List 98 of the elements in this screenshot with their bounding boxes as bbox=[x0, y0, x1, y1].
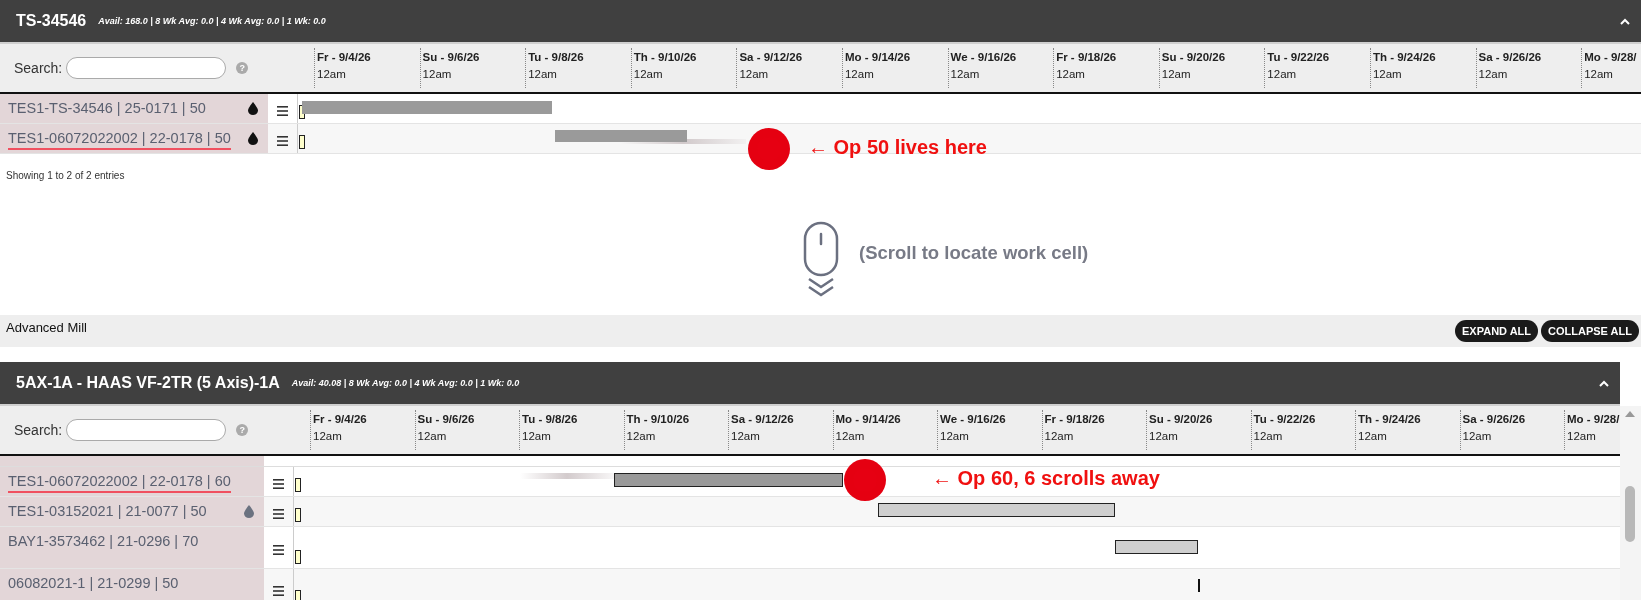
operation-link[interactable]: TES1-06072022002 | 22-0178 | 60 bbox=[8, 473, 231, 493]
date-label: Th - 9/10/26 bbox=[633, 51, 698, 63]
date-label: Sa - 9/12/26 bbox=[739, 51, 804, 63]
date-label: Tu - 9/22/26 bbox=[1253, 413, 1317, 425]
scroll-hint: (Scroll to locate work cell) bbox=[859, 241, 1089, 264]
chevron-up-icon[interactable] bbox=[1619, 17, 1631, 25]
time-label: 12am bbox=[417, 430, 448, 442]
date-label: Th - 9/24/26 bbox=[1358, 413, 1422, 425]
operation-link[interactable]: 06082021-1 | 21-0299 | 50 bbox=[8, 575, 179, 591]
date-label: Su - 9/6/26 bbox=[422, 51, 481, 63]
date-label: Su - 9/20/26 bbox=[1149, 413, 1214, 425]
schedule-bar[interactable] bbox=[1115, 540, 1198, 554]
date-label: Mo - 9/28/ bbox=[1584, 51, 1638, 63]
highlight-dot bbox=[748, 128, 790, 170]
time-label: 12am bbox=[844, 68, 875, 80]
menu-icon[interactable] bbox=[273, 508, 284, 519]
time-label: 12am bbox=[1567, 430, 1597, 442]
toggle-button[interactable]: EXPAND ALL bbox=[1455, 320, 1539, 342]
date-label: Fr - 9/4/26 bbox=[313, 413, 368, 425]
search-field[interactable] bbox=[66, 419, 227, 441]
date-label: Fr - 9/18/26 bbox=[1056, 51, 1118, 63]
scrollbar-thumb[interactable] bbox=[1625, 486, 1635, 542]
date-label: Mo - 9/14/26 bbox=[835, 413, 902, 425]
panel-title: TS-34546 bbox=[16, 12, 87, 30]
menu-icon[interactable] bbox=[273, 544, 284, 555]
date-label: Tu - 9/8/26 bbox=[522, 413, 579, 425]
group-title: Advanced Mill bbox=[6, 320, 87, 335]
panel-title: 5AX-1A - HAAS VF-2TR (5 Axis)-1A bbox=[16, 374, 280, 392]
time-label: 12am bbox=[1358, 430, 1388, 442]
mouse-scroll-icon bbox=[803, 220, 841, 297]
operation-link[interactable]: TES1-06072022002 | 22-0178 | 50 bbox=[8, 130, 231, 150]
start-marker bbox=[295, 550, 301, 564]
time-label: 12am bbox=[739, 68, 770, 80]
availability-stats: Avail: 40.08 | 8 Wk Avg: 0.0 | 4 Wk Avg: 0.0 | 1 Wk: 0.0 bbox=[291, 378, 520, 388]
time-label: 12am bbox=[422, 68, 453, 80]
date-label: Sa - 9/12/26 bbox=[731, 413, 795, 425]
date-label: Tu - 9/8/26 bbox=[528, 51, 585, 63]
toggle-button[interactable]: COLLAPSE ALL bbox=[1541, 320, 1639, 342]
search-label: Search: bbox=[14, 60, 63, 76]
time-label: 12am bbox=[940, 430, 970, 442]
time-label: 12am bbox=[1478, 68, 1509, 80]
time-label: 12am bbox=[950, 68, 981, 80]
start-marker bbox=[295, 508, 301, 522]
menu-icon[interactable] bbox=[277, 105, 288, 116]
operation-link[interactable]: TES1-03152021 | 21-0077 | 50 bbox=[8, 503, 207, 519]
entries-info: Showing 1 to 2 of 2 entries bbox=[5, 169, 126, 183]
chevron-up-icon[interactable] bbox=[1598, 379, 1610, 387]
time-label: 12am bbox=[1267, 68, 1298, 80]
date-label: Su - 9/6/26 bbox=[417, 413, 476, 425]
scrollbar[interactable] bbox=[1620, 406, 1641, 600]
help-icon[interactable]: ? bbox=[236, 424, 249, 436]
availability-stats: Avail: 168.0 | 8 Wk Avg: 0.0 | 4 Wk Avg: 0.0 | 1 Wk: 0.0 bbox=[98, 16, 326, 26]
date-label: Th - 9/10/26 bbox=[626, 413, 691, 425]
highlight-dot bbox=[844, 459, 886, 501]
time-label: 12am bbox=[317, 68, 347, 80]
date-label: Mo - 9/14/26 bbox=[844, 51, 912, 63]
time-label: 12am bbox=[835, 430, 866, 442]
time-label: 12am bbox=[731, 430, 761, 442]
time-label: 12am bbox=[1584, 68, 1614, 80]
time-label: 12am bbox=[528, 68, 558, 80]
time-label: 12am bbox=[313, 430, 343, 442]
time-label: 12am bbox=[626, 430, 657, 442]
operation-link[interactable]: BAY1-3573462 | 21-0296 | 70 bbox=[8, 533, 199, 549]
date-label: Mo - 9/28/ bbox=[1567, 413, 1620, 425]
menu-icon[interactable] bbox=[277, 135, 288, 146]
time-label: 12am bbox=[1056, 68, 1086, 80]
time-label: 12am bbox=[1372, 68, 1403, 80]
scroll-up-icon bbox=[1624, 410, 1636, 418]
time-label: 12am bbox=[1161, 68, 1192, 80]
date-label: Fr - 9/18/26 bbox=[1044, 413, 1106, 425]
date-label: Tu - 9/22/26 bbox=[1267, 51, 1331, 63]
time-label: 12am bbox=[522, 430, 552, 442]
time-label: 12am bbox=[633, 68, 664, 80]
menu-icon[interactable] bbox=[273, 478, 284, 489]
help-icon[interactable]: ? bbox=[236, 62, 249, 74]
schedule-bar[interactable] bbox=[614, 473, 843, 487]
callout-text: ← Op 50 lives here bbox=[808, 136, 987, 159]
tick-mark bbox=[1198, 579, 1200, 592]
operation-link[interactable]: TES1-TS-34546 | 25-0171 | 50 bbox=[8, 100, 206, 116]
search-label: Search: bbox=[14, 422, 63, 438]
start-marker bbox=[295, 590, 301, 600]
callout-text: ← Op 60, 6 scrolls away bbox=[932, 467, 1160, 490]
date-label: Sa - 9/26/26 bbox=[1478, 51, 1543, 63]
date-label: Sa - 9/26/26 bbox=[1462, 413, 1527, 425]
time-label: 12am bbox=[1253, 430, 1284, 442]
time-label: 12am bbox=[1149, 430, 1179, 442]
time-label: 12am bbox=[1462, 430, 1493, 442]
date-label: We - 9/16/26 bbox=[940, 413, 1007, 425]
date-label: Fr - 9/4/26 bbox=[317, 51, 372, 63]
date-label: Th - 9/24/26 bbox=[1372, 51, 1437, 63]
start-marker bbox=[299, 135, 305, 149]
search-field[interactable] bbox=[66, 57, 227, 79]
time-label: 12am bbox=[1044, 430, 1075, 442]
start-marker bbox=[295, 478, 301, 492]
date-label: Su - 9/20/26 bbox=[1161, 51, 1227, 63]
schedule-bar[interactable] bbox=[878, 503, 1115, 517]
date-label: We - 9/16/26 bbox=[950, 51, 1018, 63]
menu-icon[interactable] bbox=[273, 585, 284, 596]
